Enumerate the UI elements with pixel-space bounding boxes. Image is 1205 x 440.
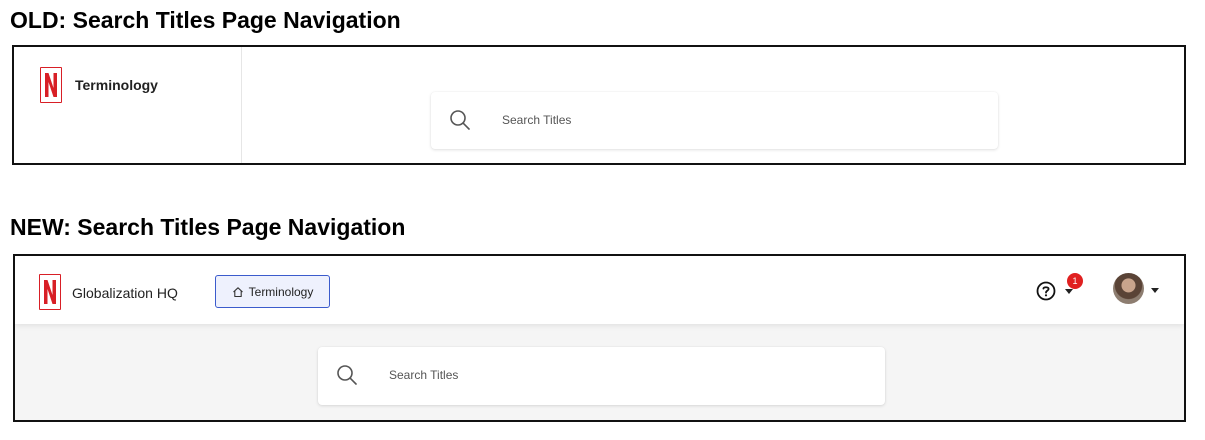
- terminology-button[interactable]: Terminology: [215, 275, 330, 308]
- question-circle-icon[interactable]: [1036, 281, 1056, 301]
- terminology-button-label: Terminology: [248, 284, 314, 299]
- old-section-heading: OLD: Search Titles Page Navigation: [10, 7, 401, 33]
- chevron-down-icon[interactable]: [1065, 289, 1073, 294]
- old-navigation-frame: Terminology Search Titles: [12, 45, 1186, 165]
- search-titles-box[interactable]: Search Titles: [431, 92, 998, 149]
- chevron-down-icon[interactable]: [1151, 288, 1159, 293]
- home-icon: [232, 286, 243, 297]
- avatar[interactable]: [1113, 273, 1144, 304]
- netflix-logo-icon[interactable]: [40, 67, 62, 103]
- new-section-heading: NEW: Search Titles Page Navigation: [10, 214, 406, 240]
- app-title[interactable]: Globalization HQ: [72, 285, 178, 301]
- netflix-logo-icon[interactable]: [39, 274, 61, 310]
- notification-badge: 1: [1067, 273, 1083, 289]
- n-letter-icon: [44, 280, 56, 304]
- search-input[interactable]: Search Titles: [502, 113, 571, 127]
- search-icon: [337, 365, 357, 385]
- old-sidebar: Terminology: [14, 47, 242, 163]
- search-titles-box[interactable]: Search Titles: [318, 347, 885, 405]
- search-input[interactable]: Search Titles: [389, 368, 458, 382]
- n-letter-icon: [45, 73, 57, 97]
- top-navigation-bar: Globalization HQ Terminology 1: [15, 256, 1184, 324]
- new-navigation-frame: Globalization HQ Terminology 1 Search Ti…: [13, 254, 1186, 422]
- app-title[interactable]: Terminology: [75, 77, 158, 93]
- search-icon: [450, 110, 470, 130]
